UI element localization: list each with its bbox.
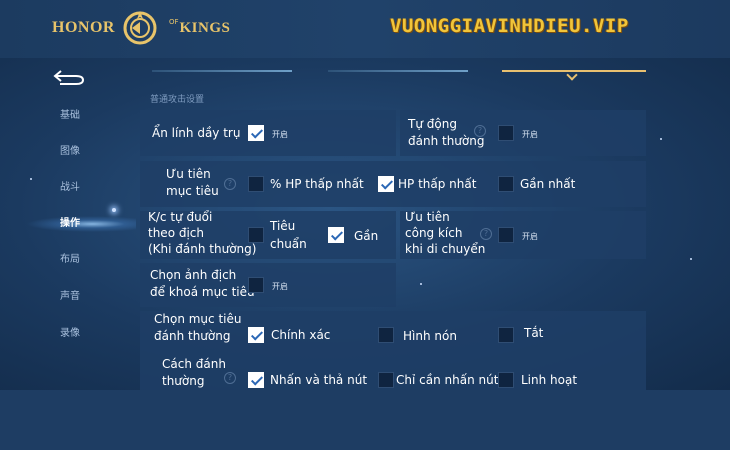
setting-label: Tự động [408,117,457,131]
hide-minions-checkbox[interactable] [248,125,264,141]
setting-label: khi di chuyển [405,242,486,256]
logo-emblem-icon [123,11,157,45]
info-icon[interactable]: ? [474,125,486,137]
option-label: Chỉ cần nhấn nút [396,373,499,387]
setting-label: Ẩn lính dầy trụ [152,126,241,140]
setting-group-targeting: Chọn mục tiêu đánh thường Chính xác Hình… [140,311,646,390]
priority-lowest-hp-percent-checkbox[interactable] [248,176,264,192]
setting-auto-attack: Tự động đánh thường ? 开启 [400,110,646,156]
setting-label: mục tiêu [166,184,219,198]
sidebar-item-basic[interactable]: 基础 [48,105,92,127]
bottom-bar [0,390,730,450]
info-icon[interactable]: ? [224,178,236,190]
setting-attack-while-moving: Ưu tiên công kích khi di chuyển ? 开启 [400,210,646,259]
setting-label: công kích [405,226,463,240]
setting-label: Chọn ảnh địch [150,268,237,282]
option-label: Gần [354,229,379,243]
setting-lock-target-avatar: Chọn ảnh địch để khoá mục tiêu 开启 [140,263,396,307]
attack-flexible-checkbox[interactable] [498,372,514,388]
toggle-tag: 开启 [522,130,538,139]
targeting-precise-checkbox[interactable] [248,327,264,343]
priority-nearest-checkbox[interactable] [498,176,514,192]
attack-press-release-checkbox[interactable] [248,372,264,388]
setting-label: Ưu tiên [166,167,211,181]
option-label: Hình nón [403,329,457,343]
background-star [690,258,692,260]
option-label: Nhấn và thả nút [270,373,368,387]
logo-text-kings: KINGS [179,19,231,36]
option-label: chuẩn [270,237,307,251]
targeting-cone-checkbox[interactable] [378,327,394,343]
chase-near-checkbox[interactable] [328,227,344,243]
setting-label: Cách đánh [162,357,226,371]
sidebar-item-combat[interactable]: 战斗 [48,177,92,199]
setting-hide-minions: Ẩn lính dầy trụ 开启 [140,110,396,156]
setting-label: (Khi đánh thường) [148,242,257,256]
attack-while-moving-checkbox[interactable] [498,227,514,243]
priority-lowest-hp-checkbox[interactable] [378,176,394,192]
honor-of-kings-logo: HONOR OF KINGS [52,8,230,48]
background-star [660,138,662,140]
option-label: Gần nhất [520,177,576,191]
option-label: % HP thấp nhất [270,177,364,191]
option-label: Linh hoạt [521,373,578,387]
toggle-tag: 开启 [272,130,288,139]
background-star [420,283,422,285]
toggle-tag: 开启 [272,282,288,291]
auto-attack-checkbox[interactable] [498,125,514,141]
site-watermark: VUONGGIAVINHDIEU.VIP [390,15,629,37]
settings-screen: 基础 图像 战斗 操作 布局 声音 录像 普通攻击设置 Ẩn lính dầy … [0,58,730,390]
lock-target-checkbox[interactable] [248,277,264,293]
info-icon[interactable]: ? [224,372,236,384]
option-label: Tắt [524,326,544,340]
sidebar-item-graphics[interactable]: 图像 [48,141,92,163]
section-title: 普通攻击设置 [150,95,205,105]
setting-label: K/c tự đuổi [148,210,213,224]
targeting-off-checkbox[interactable] [498,327,514,343]
tab-indicator-2[interactable] [328,70,468,72]
setting-label: đánh thường [154,329,231,343]
setting-label: để khoá mục tiêu [150,285,255,299]
option-label: Tiêu [270,219,296,233]
option-label: HP thấp nhất [398,177,477,191]
back-arrow-icon[interactable] [52,67,88,87]
sidebar-item-sound[interactable]: 声音 [48,286,92,308]
chase-standard-checkbox[interactable] [248,227,264,243]
background-star [112,208,116,212]
setting-label: Chọn mục tiêu [154,312,242,326]
toggle-tag: 开启 [522,232,538,241]
setting-label: thường [162,374,205,388]
top-banner: HONOR OF KINGS VUONGGIAVINHDIEU.VIP [0,0,730,58]
option-label: Chính xác [271,328,331,342]
sidebar-item-layout[interactable]: 布局 [48,249,92,271]
attack-press-only-checkbox[interactable] [378,372,394,388]
setting-label: theo địch [148,226,205,240]
setting-chase-distance: K/c tự đuổi theo địch (Khi đánh thường) … [140,210,396,259]
setting-target-priority: Ưu tiên mục tiêu ? % HP thấp nhất HP thấ… [140,161,646,207]
logo-text-of: OF [168,18,179,26]
setting-label: Ưu tiên [405,210,450,224]
setting-label: đánh thường [408,134,485,148]
background-star [30,178,32,180]
sidebar-item-controls[interactable]: 操作 [48,213,92,235]
sidebar-item-replay[interactable]: 录像 [48,323,92,345]
tab-indicator-1[interactable] [152,70,292,72]
logo-text-honor: HONOR [52,19,115,36]
info-icon[interactable]: ? [480,228,492,240]
